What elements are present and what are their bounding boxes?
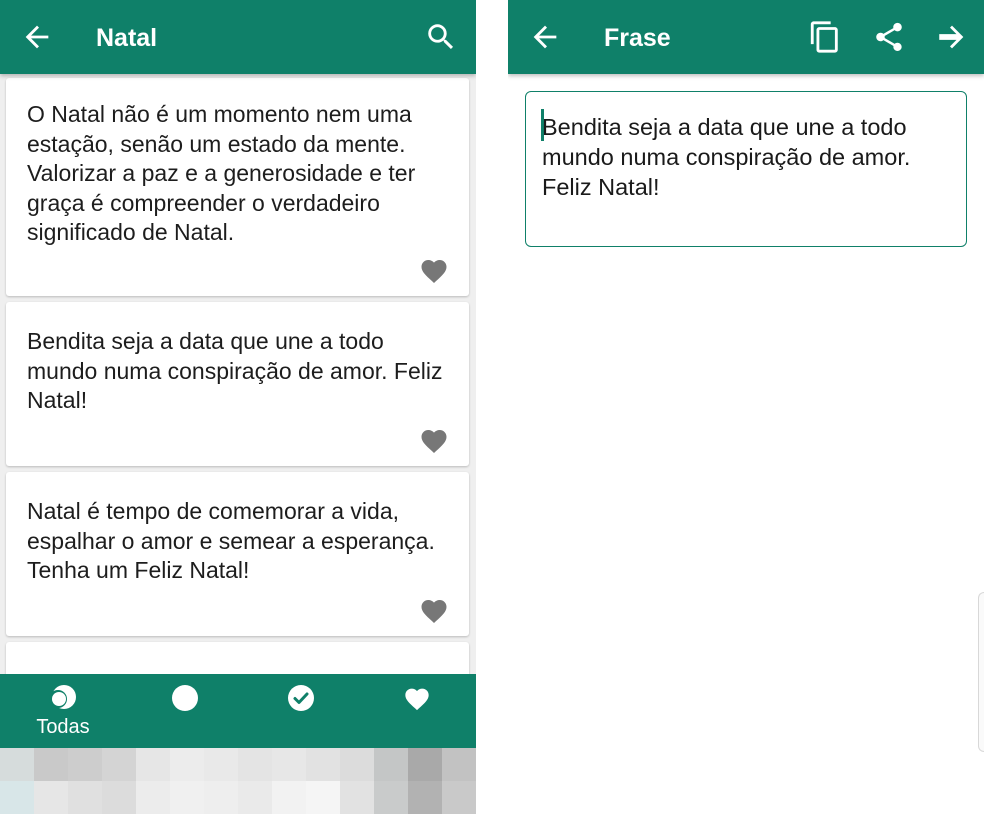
phrase-list-screen: Natal O Natal não é um momento nem uma e…: [0, 0, 476, 814]
ad-pixel: [102, 748, 136, 781]
ad-pixel: [374, 748, 408, 781]
ad-pixel: [34, 781, 68, 814]
copy-icon[interactable]: [808, 20, 842, 54]
ad-pixel: [34, 748, 68, 781]
phrase-text: Bendita seja a data que une a todo mundo…: [27, 328, 443, 413]
ad-pixel: [170, 748, 204, 781]
nav-item-favorites[interactable]: [367, 674, 467, 748]
phrase-text: Natal é tempo de comemorar a vida, espal…: [27, 498, 435, 583]
scrollbar-handle[interactable]: [978, 592, 984, 752]
page-title: Frase: [604, 24, 671, 52]
arrow-right-icon[interactable]: [935, 20, 969, 54]
phrase-card[interactable]: Bendita seja a data que une a todo mundo…: [6, 302, 469, 466]
phrase-detail-screen: Frase Bendita seja a data que une a todo…: [508, 0, 984, 814]
ad-pixel: [442, 781, 476, 814]
search-icon[interactable]: [424, 20, 458, 54]
ad-pixel: [68, 781, 102, 814]
circle-icon: [172, 685, 198, 711]
ad-pixel: [408, 781, 442, 814]
ad-pixel: [136, 781, 170, 814]
ad-pixel: [272, 781, 306, 814]
ad-pixel: [102, 781, 136, 814]
top-app-bar: Frase: [508, 0, 984, 74]
heart-icon[interactable]: [419, 256, 449, 284]
nav-label-todas: Todas: [36, 716, 90, 738]
ad-pixel: [340, 748, 374, 781]
ad-pixel: [170, 781, 204, 814]
ad-pixel: [340, 781, 374, 814]
arrow-left-icon[interactable]: [20, 20, 54, 54]
page-title: Natal: [96, 24, 158, 52]
ad-pixel: [0, 781, 34, 814]
ad-pixel: [68, 748, 102, 781]
phrase-card[interactable]: O Natal não é um momento nem uma estação…: [6, 78, 469, 296]
ad-banner[interactable]: [0, 748, 476, 814]
check-circle-icon: [288, 685, 314, 711]
nav-item-unread[interactable]: [135, 674, 235, 748]
heart-icon[interactable]: [419, 426, 449, 454]
heart-icon[interactable]: [419, 596, 449, 624]
share-icon[interactable]: [872, 20, 906, 54]
ad-pixel: [272, 748, 306, 781]
ad-pixel: [408, 748, 442, 781]
ad-pixel: [442, 748, 476, 781]
ad-pixel: [238, 781, 272, 814]
ad-pixel: [136, 748, 170, 781]
heart-icon: [405, 688, 429, 711]
ad-pixel: [374, 781, 408, 814]
arrow-left-icon[interactable]: [528, 20, 562, 54]
nav-item-read[interactable]: [251, 674, 351, 748]
half-moon-icon: [49, 685, 76, 709]
ad-pixel: [0, 748, 34, 781]
top-app-bar: Natal: [0, 0, 476, 74]
phrase-text: Bendita seja a data que une a todo mundo…: [542, 114, 911, 200]
phrase-card[interactable]: Natal é tempo de comemorar a vida, espal…: [6, 472, 469, 636]
ad-pixel: [204, 781, 238, 814]
ad-pixel: [306, 748, 340, 781]
ad-pixel: [204, 748, 238, 781]
bottom-navigation: Todas: [0, 674, 476, 748]
ad-pixel: [238, 748, 272, 781]
nav-item-todas[interactable]: Todas: [13, 674, 113, 748]
phrase-text-field[interactable]: Bendita seja a data que une a todo mundo…: [525, 91, 967, 247]
ad-pixel: [306, 781, 340, 814]
phrase-text: O Natal não é um momento nem uma estação…: [27, 101, 416, 245]
